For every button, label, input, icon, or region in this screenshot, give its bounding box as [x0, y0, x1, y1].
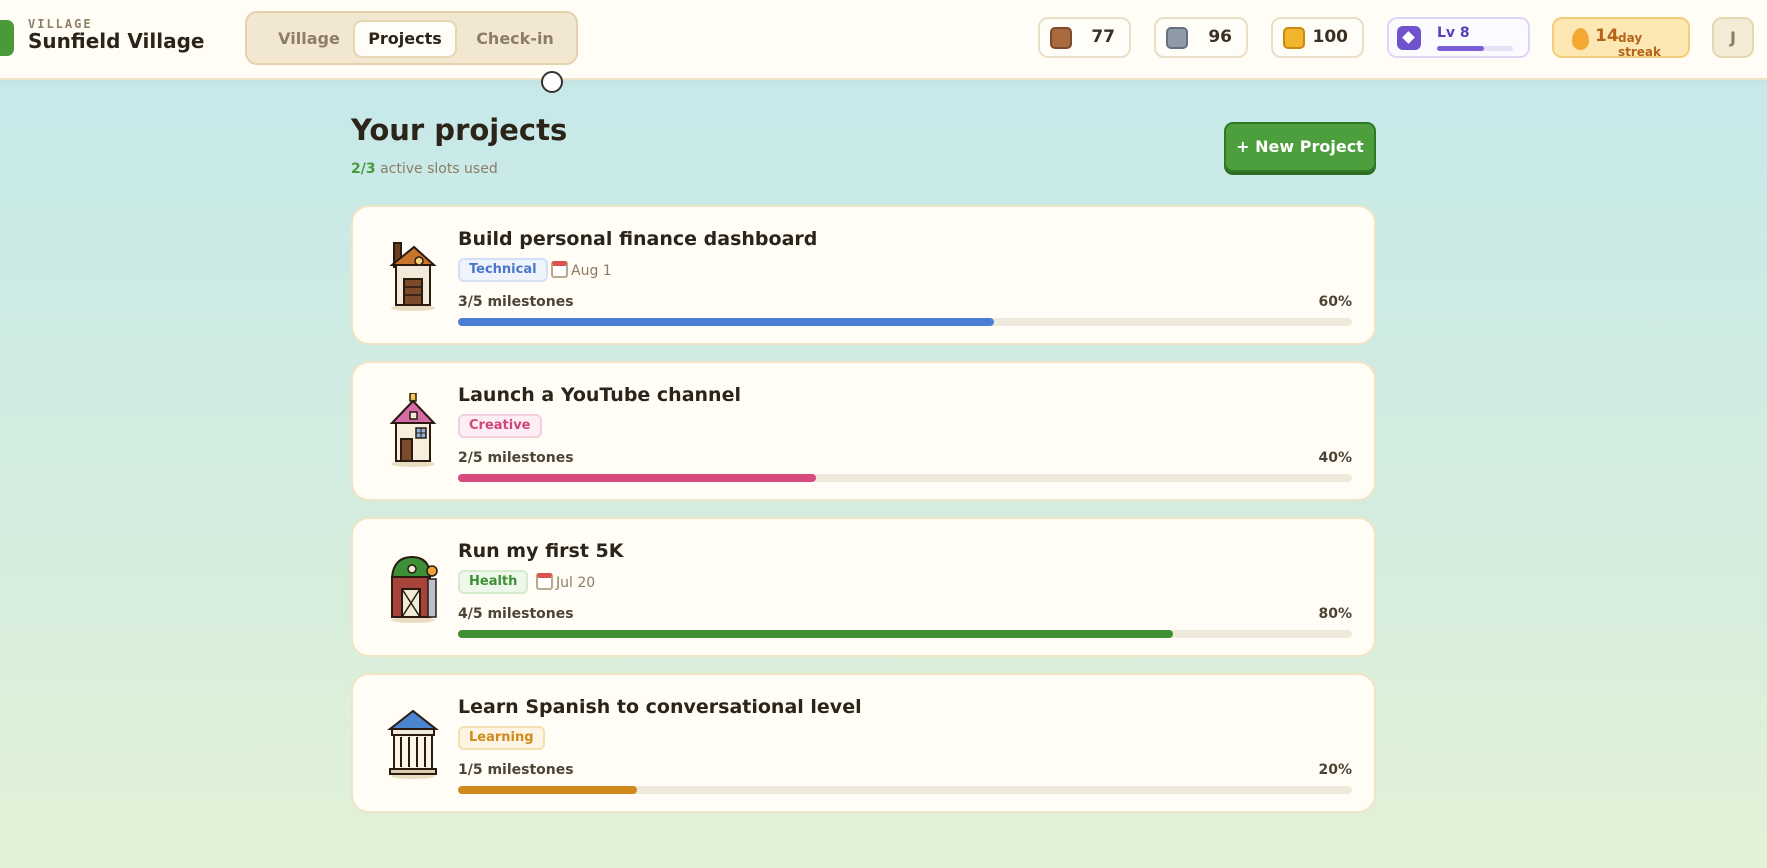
level-label: Lv 8 [1437, 25, 1470, 41]
gold-icon [1283, 27, 1305, 49]
mouse-cursor-indicator [541, 71, 563, 93]
tab-check-in[interactable]: Check-in [463, 20, 567, 58]
slots-used: 2/3 [351, 161, 376, 177]
project-title: Run my first 5K [458, 540, 624, 562]
project-card[interactable]: Learn Spanish to conversational level Le… [351, 673, 1376, 813]
gold-counter: 100 [1271, 17, 1364, 58]
top-bar: VILLAGE Sunfield Village Village Project… [0, 0, 1767, 80]
category-tag: Technical [458, 258, 548, 282]
stone-icon [1166, 27, 1188, 49]
due-date-label: Aug 1 [571, 263, 612, 279]
gold-value: 100 [1312, 27, 1349, 47]
level-progress-fill [1437, 46, 1485, 51]
progress-percent: 60% [1318, 294, 1352, 310]
stone-value: 96 [1208, 27, 1232, 47]
progress-fill [458, 318, 995, 326]
barn-building-icon [390, 555, 438, 623]
streak-label: day streak [1618, 31, 1662, 59]
project-title: Build personal finance dashboard [458, 228, 818, 250]
slots-summary: 2/3 active slots used [351, 161, 498, 177]
new-project-button[interactable]: + New Project [1224, 122, 1376, 172]
flame-icon [1572, 28, 1589, 50]
stone-counter: 96 [1154, 17, 1248, 58]
progress-track [458, 318, 1352, 326]
project-card[interactable]: Launch a YouTube channel Creative 2/5 mi… [351, 361, 1376, 501]
avatar[interactable]: J [1712, 17, 1754, 58]
main-nav: Village Projects Check-in [245, 11, 578, 65]
wood-counter: 77 [1038, 17, 1131, 58]
wood-value: 77 [1091, 27, 1115, 47]
progress-fill [458, 786, 637, 794]
progress-percent: 40% [1318, 450, 1352, 466]
project-title: Learn Spanish to conversational level [458, 696, 862, 718]
page-title: Your projects [351, 113, 568, 147]
tab-village[interactable]: Village [259, 20, 359, 58]
progress-track [458, 786, 1352, 794]
milestones-count: 1/5 milestones [458, 762, 574, 778]
level-badge[interactable]: Lv 8 [1387, 17, 1530, 58]
streak-badge[interactable]: 14 day streak [1552, 17, 1690, 59]
progress-percent: 20% [1318, 762, 1352, 778]
project-card[interactable]: Build personal finance dashboard Technic… [351, 205, 1376, 345]
streak-count: 14 [1595, 26, 1619, 46]
calendar-icon [536, 573, 553, 590]
gem-icon [1397, 26, 1421, 50]
due-date: Aug 1 [551, 261, 612, 279]
level-progress-track [1437, 46, 1513, 51]
progress-track [458, 630, 1352, 638]
due-date-label: Jul 20 [556, 575, 596, 591]
milestones-count: 2/5 milestones [458, 450, 574, 466]
calendar-icon [551, 261, 568, 278]
progress-fill [458, 474, 816, 482]
brand-chip [0, 20, 14, 56]
workshop-building-icon [389, 242, 437, 311]
milestones-count: 4/5 milestones [458, 606, 574, 622]
project-title: Launch a YouTube channel [458, 384, 741, 406]
slots-label: active slots used [380, 161, 498, 177]
project-card[interactable]: Run my first 5K Health Jul 20 4/5 milest… [351, 517, 1376, 657]
category-tag: Learning [458, 726, 545, 750]
progress-track [458, 474, 1352, 482]
due-date: Jul 20 [536, 573, 595, 591]
tab-projects[interactable]: Projects [353, 20, 457, 58]
wood-icon [1050, 27, 1072, 49]
progress-percent: 80% [1318, 606, 1352, 622]
cottage-building-icon [389, 393, 437, 467]
progress-fill [458, 630, 1174, 638]
brand-title: Sunfield Village [28, 29, 205, 53]
category-tag: Health [458, 570, 529, 594]
library-building-icon [387, 709, 439, 779]
milestones-count: 3/5 milestones [458, 294, 574, 310]
category-tag: Creative [458, 414, 542, 438]
